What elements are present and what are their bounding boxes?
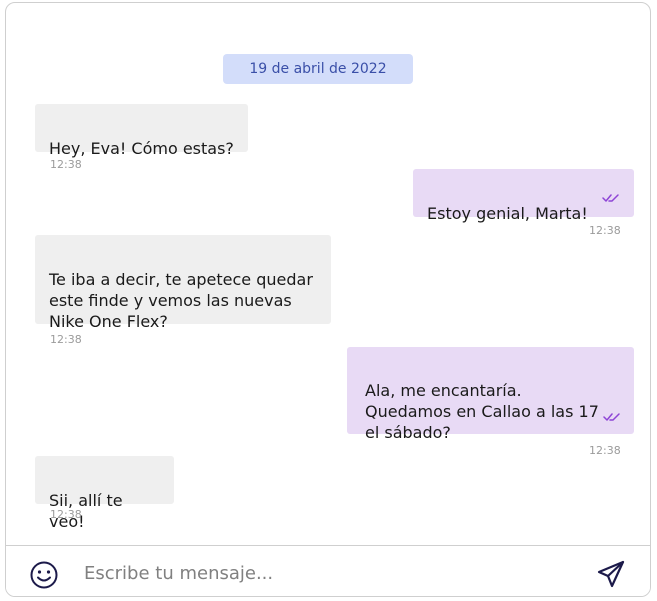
message-timestamp: 12:38	[589, 444, 621, 457]
message-timestamp: 12:38	[589, 224, 621, 237]
message-bubble-incoming: Sii, allí te veo!	[35, 456, 174, 531]
message-text: Te iba a decir, te apetece quedar este f…	[49, 270, 313, 331]
double-check-icon	[603, 413, 620, 421]
message-bubble-outgoing: Estoy genial, Marta!	[413, 169, 634, 223]
message-composer	[6, 545, 650, 596]
message-text: Hey, Eva! Cómo estas?	[49, 139, 234, 158]
message-input[interactable]	[80, 558, 568, 588]
chat-window: 19 de abril de 2022 Hey, Eva! Cómo estas…	[5, 2, 651, 597]
message-bubble-incoming: Te iba a decir, te apetece quedar este f…	[35, 235, 331, 331]
message-timestamp: 12:38	[50, 158, 82, 171]
double-check-icon	[602, 194, 619, 202]
message-bubble-outgoing: Ala, me encantaría. Quedamos en Callao a…	[347, 347, 634, 442]
message-text: Ala, me encantaría. Quedamos en Callao a…	[365, 381, 599, 442]
date-divider: 19 de abril de 2022	[223, 54, 413, 84]
message-timestamp: 12:38	[50, 333, 82, 346]
smiley-icon[interactable]	[29, 560, 59, 590]
message-text: Estoy genial, Marta!	[427, 204, 588, 223]
paper-plane-icon[interactable]	[596, 559, 626, 589]
message-timestamp: 12:38	[50, 508, 82, 521]
message-bubble-incoming: Hey, Eva! Cómo estas?	[35, 104, 248, 158]
